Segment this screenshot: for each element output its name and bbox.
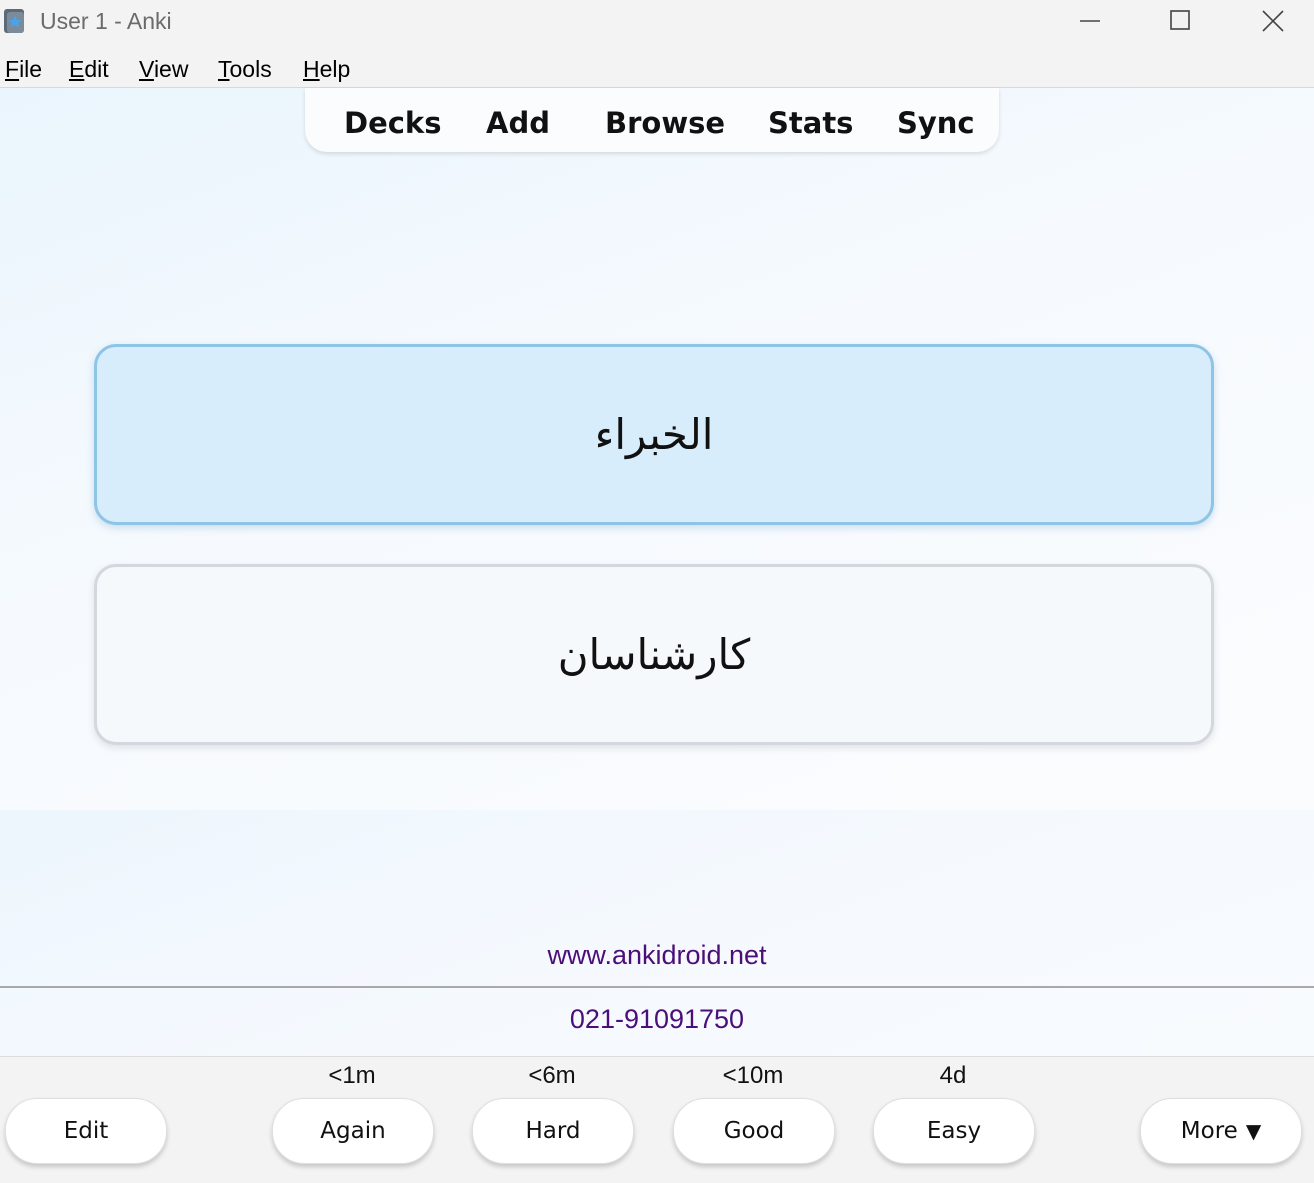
card-back-text: كارشناسان: [557, 630, 751, 679]
good-interval: <10m: [722, 1062, 784, 1089]
close-icon: [1262, 10, 1284, 32]
main-toolbar: Decks Add Browse Stats Sync: [305, 88, 999, 152]
hard-button-label: Hard: [525, 1118, 581, 1144]
triangle-down-icon: ▼: [1245, 1119, 1262, 1143]
menu-bar: File Edit View Tools Help: [0, 47, 1314, 88]
menu-tools-label: ools: [229, 56, 272, 82]
again-button[interactable]: Again: [272, 1098, 434, 1164]
minimize-button[interactable]: [1044, 0, 1134, 44]
menu-view-mnemonic: V: [139, 56, 154, 82]
footer-divider: [0, 986, 1314, 988]
menu-edit-mnemonic: E: [69, 56, 85, 82]
card-front-text: الخبراء: [594, 410, 714, 459]
more-button-label: More: [1180, 1118, 1238, 1144]
good-button-label: Good: [723, 1118, 785, 1144]
phone-number: 021-91091750: [569, 1004, 745, 1034]
menu-file[interactable]: File: [5, 56, 42, 83]
menu-tools-mnemonic: T: [218, 56, 230, 82]
menu-view-label: iew: [153, 56, 189, 82]
toolbar-browse-link[interactable]: Browse: [605, 106, 725, 140]
edit-button[interactable]: Edit: [5, 1098, 167, 1164]
toolbar-sync-link[interactable]: Sync: [897, 106, 975, 140]
menu-tools[interactable]: Tools: [218, 56, 272, 83]
anki-star-icon: [4, 9, 24, 33]
hard-interval: <6m: [528, 1062, 576, 1089]
menu-file-mnemonic: F: [5, 56, 20, 82]
toolbar-add-link[interactable]: Add: [486, 106, 550, 140]
menu-edit[interactable]: Edit: [69, 56, 109, 83]
close-button[interactable]: [1224, 0, 1314, 44]
menu-help-label: elp: [319, 56, 351, 82]
title-bar: User 1 - Anki: [0, 0, 1314, 44]
toolbar-stats-link[interactable]: Stats: [768, 106, 853, 140]
menu-help-mnemonic: H: [303, 56, 320, 82]
answer-bar: [0, 1056, 1314, 1183]
minimize-icon: [1080, 20, 1100, 22]
again-button-label: Again: [320, 1118, 386, 1144]
menu-edit-label: dit: [84, 56, 109, 82]
good-button[interactable]: Good: [673, 1098, 835, 1164]
card-back: كارشناسان: [94, 564, 1214, 745]
toolbar-decks-link[interactable]: Decks: [344, 106, 441, 140]
menu-help[interactable]: Help: [303, 56, 350, 83]
easy-button-label: Easy: [926, 1118, 982, 1144]
menu-file-label: ile: [19, 56, 43, 82]
easy-button[interactable]: Easy: [873, 1098, 1035, 1164]
menu-view[interactable]: View: [139, 56, 188, 83]
window-title: User 1 - Anki: [40, 8, 172, 34]
again-interval: <1m: [328, 1062, 376, 1089]
maximize-button[interactable]: [1134, 0, 1224, 44]
maximize-icon: [1170, 10, 1190, 30]
card-front: الخبراء: [94, 344, 1214, 525]
hard-button[interactable]: Hard: [472, 1098, 634, 1164]
website-link[interactable]: www.ankidroid.net: [0, 940, 1314, 971]
more-button[interactable]: More ▼: [1140, 1098, 1302, 1164]
easy-interval: 4d: [939, 1062, 967, 1089]
edit-button-label: Edit: [63, 1118, 109, 1144]
